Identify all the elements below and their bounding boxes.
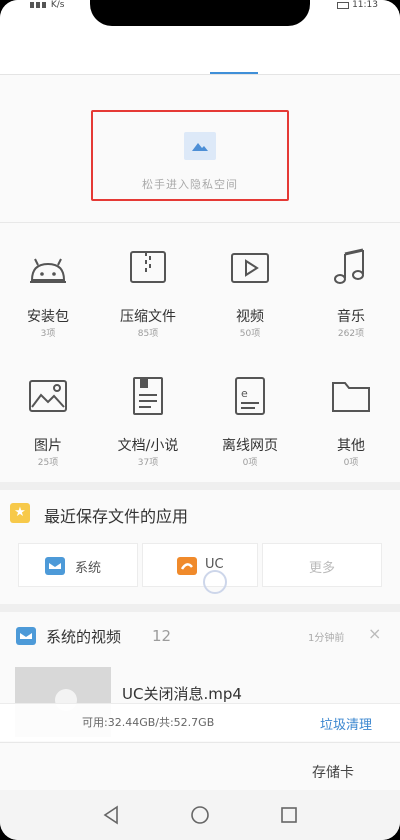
divider [0,222,400,223]
category-label: 音乐 [337,309,365,325]
category-count: 85项 [137,329,159,339]
category-label: 压缩文件 [120,309,176,325]
category-count: 50项 [239,329,261,339]
tab-indicator [210,72,258,74]
clock: 11:13 [352,0,378,10]
app-chip-label: 系统 [75,561,102,576]
zip-icon [130,251,166,283]
system-app-icon [16,627,36,645]
system-app-icon [45,557,65,575]
section-divider [0,604,400,612]
category-image[interactable]: 图片 25项 [3,375,93,468]
recent-apps-title: 最近保存文件的应用 [44,507,189,526]
category-video[interactable]: 视频 50项 [205,246,295,339]
divider [0,742,400,743]
document-icon [133,377,163,415]
section-divider [0,482,400,490]
category-document[interactable]: 文档/小说 37项 [103,375,193,468]
category-music[interactable]: 音乐 262项 [306,246,396,339]
category-label: 图片 [34,438,62,454]
star-icon: ★ [10,503,30,523]
app-chip-label: 更多 [309,561,336,576]
category-count: 0项 [242,458,258,468]
category-label: 安装包 [27,309,69,325]
category-apk[interactable]: 安装包 3项 [3,246,93,339]
app-chip-more[interactable]: 更多 [262,543,382,587]
mountain-image-icon [184,132,216,160]
storage-usage: 可用:32.44GB/共:52.7GB [82,716,215,729]
back-icon[interactable] [102,805,120,829]
category-count: 25项 [37,458,59,468]
private-space-label: 松手进入隐私空间 [142,178,238,191]
system-videos-title: 系统的视频 [46,628,122,646]
category-label: 文档/小说 [117,438,179,454]
system-videos-count: 12 [152,627,172,645]
app-chip-system[interactable]: 系统 [18,543,138,587]
recents-icon[interactable] [280,805,298,829]
offline-page-icon: e [235,377,265,415]
music-icon [334,248,364,284]
clean-junk-button[interactable]: 垃圾清理 [320,714,372,733]
close-icon[interactable]: × [368,624,381,643]
category-label: 视频 [236,309,264,325]
video-icon [231,253,269,283]
android-icon [30,258,66,283]
sd-card-button[interactable]: 存储卡 [312,762,354,782]
status-left: K/s [30,0,65,14]
uc-app-icon [177,557,197,575]
battery-icon [337,2,350,9]
category-label: 离线网页 [222,438,278,454]
status-right: 11:13 [337,0,378,14]
category-offline-page[interactable]: e 离线网页 0项 [205,375,295,468]
svg-text:e: e [241,387,248,400]
app-chip-uc[interactable]: UC [142,543,258,587]
category-other[interactable]: 其他 0项 [306,375,396,468]
network-speed: K/s [50,0,65,10]
image-icon [29,380,67,412]
category-count: 3项 [40,329,56,339]
folder-icon [332,382,370,412]
category-count: 0项 [343,458,359,468]
category-label: 其他 [337,438,365,454]
loading-spinner-icon [203,570,227,594]
home-icon[interactable] [190,805,210,829]
screen: K/s 11:13 松手进入隐私空间 安装包 3项 压缩文件 85项 视频 50… [0,0,400,840]
category-zip[interactable]: 压缩文件 85项 [103,246,193,339]
category-count: 37项 [137,458,159,468]
signal-icon [30,2,48,8]
video-file-name[interactable]: UC关闭消息.mp4 [122,683,242,704]
category-count: 262项 [337,329,365,339]
camera-notch [90,0,310,26]
system-videos-time: 1分钟前 [308,633,345,644]
